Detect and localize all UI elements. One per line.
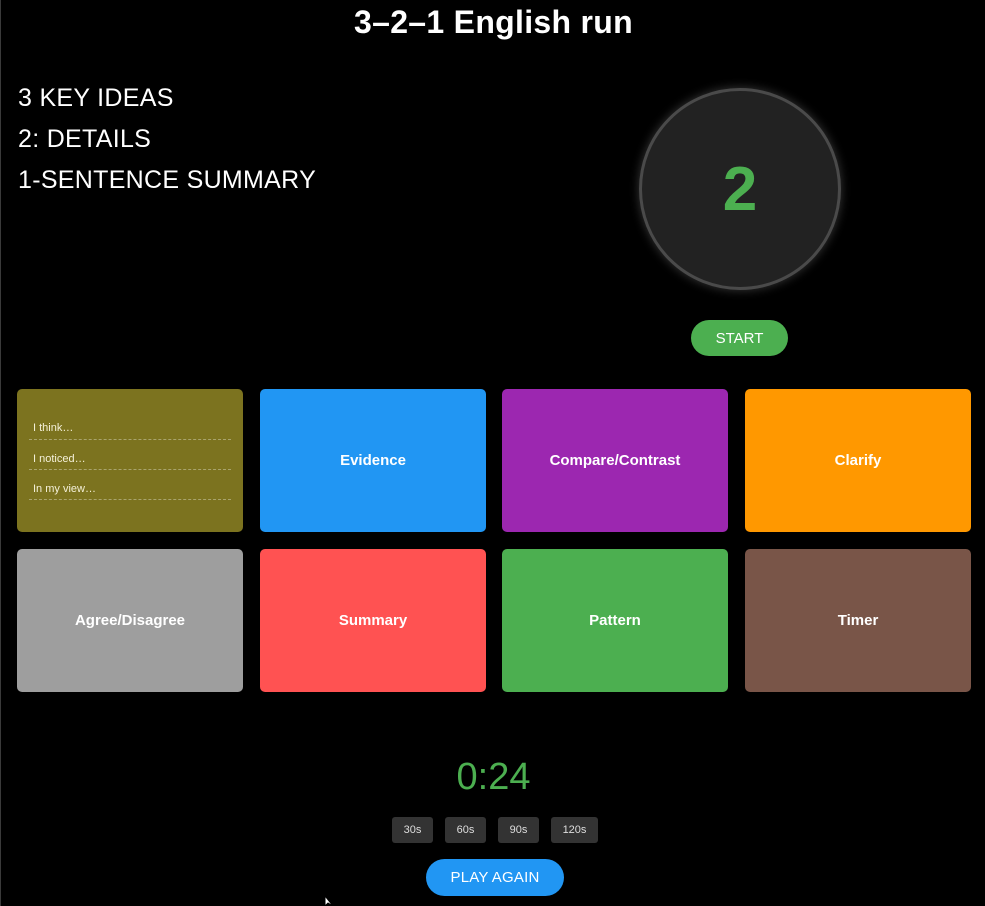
mouse-cursor-icon — [324, 896, 334, 906]
card-summary[interactable]: Summary — [260, 549, 486, 692]
steps-list: 3 KEY IDEAS 2: DETAILS 1-SENTENCE SUMMAR… — [18, 78, 316, 201]
duration-30s-button[interactable]: 30s — [392, 817, 433, 843]
start-button[interactable]: START — [691, 320, 788, 356]
number-dial: 2 — [639, 88, 841, 290]
card-pattern[interactable]: Pattern — [502, 549, 728, 692]
stem-i-think: I think… — [29, 409, 231, 440]
card-agree-disagree[interactable]: Agree/Disagree — [17, 549, 243, 692]
duration-120s-button[interactable]: 120s — [551, 817, 598, 843]
play-again-button[interactable]: PLAY AGAIN — [426, 859, 564, 896]
card-timer[interactable]: Timer — [745, 549, 971, 692]
duration-60s-button[interactable]: 60s — [445, 817, 486, 843]
step-details: 2: DETAILS — [18, 125, 152, 153]
card-clarify[interactable]: Clarify — [745, 389, 971, 532]
card-sentence-stems[interactable]: I think… I noticed… In my view… — [17, 389, 243, 532]
timer-display: 0:24 — [456, 756, 531, 798]
page-title: 3–2–1 English run — [354, 4, 633, 40]
dial-number: 2 — [722, 154, 758, 224]
card-compare-contrast[interactable]: Compare/Contrast — [502, 389, 728, 532]
step-key-ideas: 3 KEY IDEAS — [18, 84, 174, 112]
step-summary: 1-SENTENCE SUMMARY — [18, 166, 317, 194]
card-evidence[interactable]: Evidence — [260, 389, 486, 532]
stem-in-my-view: In my view… — [29, 470, 231, 500]
stem-i-noticed: I noticed… — [29, 440, 231, 470]
duration-90s-button[interactable]: 90s — [498, 817, 539, 843]
